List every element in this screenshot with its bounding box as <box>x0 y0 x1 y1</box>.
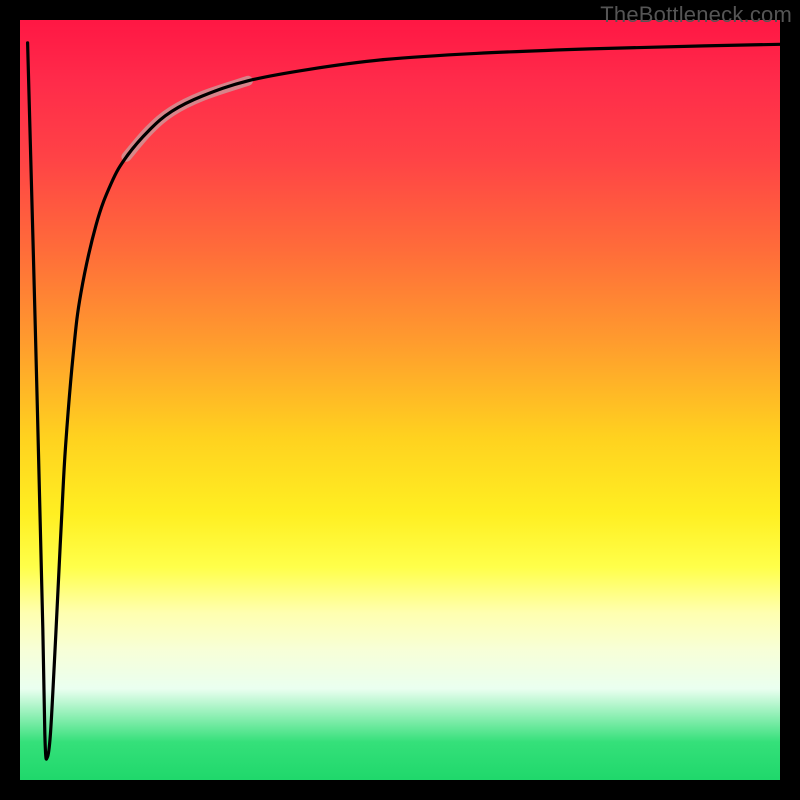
main-curve <box>28 43 780 759</box>
plot-area <box>20 20 780 780</box>
highlight-segment <box>126 81 248 157</box>
watermark-text: TheBottleneck.com <box>600 2 792 28</box>
chart-frame: TheBottleneck.com <box>0 0 800 800</box>
curve-svg <box>20 20 780 780</box>
